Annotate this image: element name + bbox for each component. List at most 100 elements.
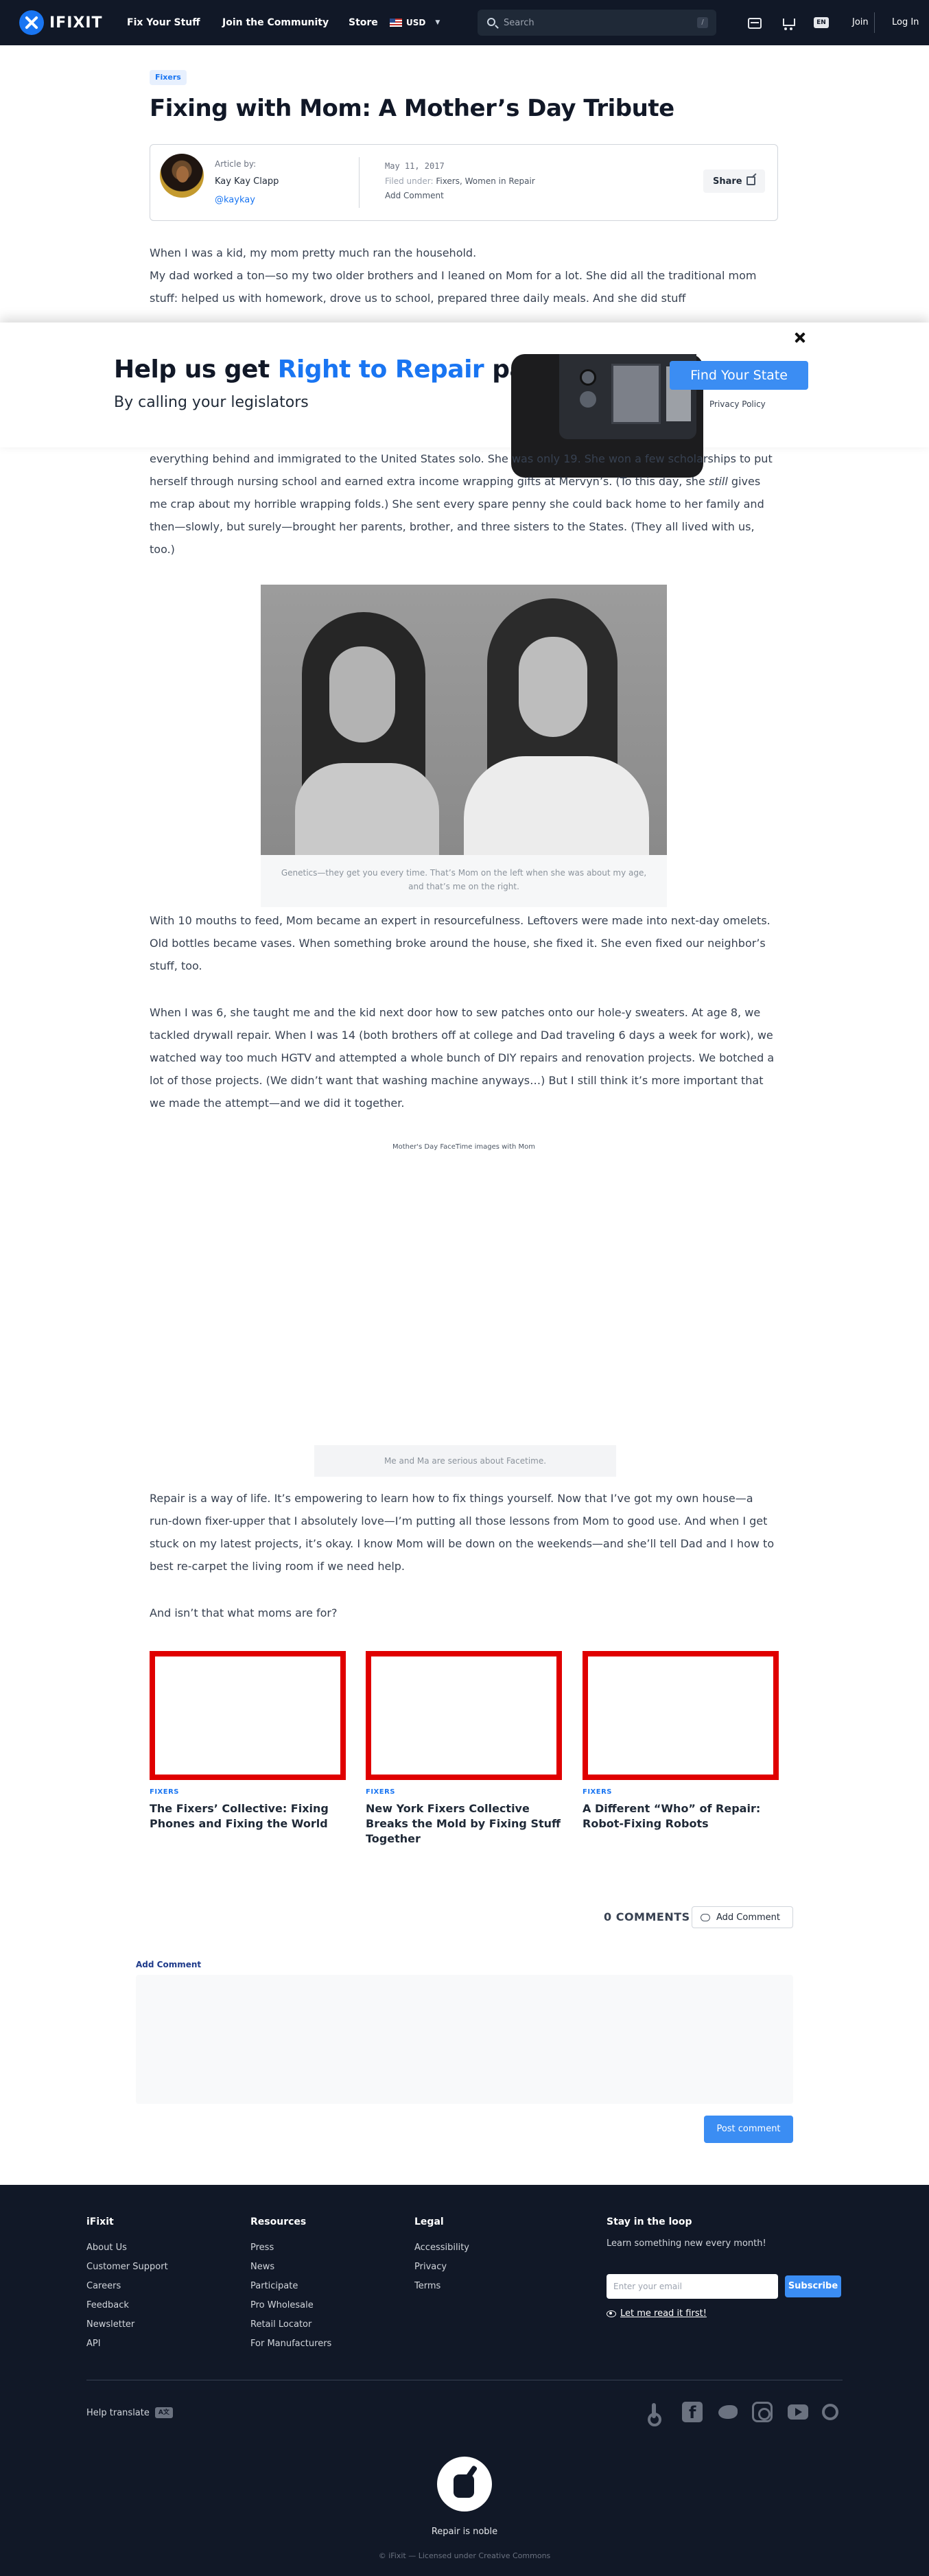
footer-tagline: Repair is noble [431, 2527, 498, 2537]
search-icon [487, 18, 495, 26]
author-handle-link[interactable]: @kaykay [215, 195, 255, 205]
footer-link[interactable]: Careers [86, 2277, 168, 2296]
footer-heading: Stay in the loop [607, 2216, 692, 2227]
find-your-state-button[interactable]: Find Your State [670, 361, 808, 390]
email-field[interactable] [607, 2274, 778, 2299]
footer-link[interactable]: About Us [86, 2238, 168, 2258]
related-article-image [150, 1651, 346, 1780]
parts-box-icon[interactable] [748, 18, 762, 29]
footer-heading: Resources [250, 2216, 307, 2227]
figure-caption: Genetics—they get you every time. That’s… [281, 868, 647, 891]
embed-title: Mother's Day FaceTime images with Mom [392, 1143, 535, 1151]
read-first-link[interactable]: Let me read it first! [607, 2308, 707, 2319]
share-label: Share [713, 176, 742, 187]
footer-link[interactable]: Terms [414, 2277, 469, 2296]
article-paragraph: My dad worked a ton—so my two older brot… [150, 269, 757, 305]
publish-date: May 11, 2017 [385, 161, 445, 171]
article-paragraph: everything behind and immigrated to the … [150, 447, 778, 561]
ifixit-logo-icon [19, 10, 44, 35]
logo-text: IFIXIT [49, 14, 103, 32]
related-article-card[interactable]: FIXERS New York Fixers Collective Breaks… [366, 1651, 562, 1847]
share-button[interactable]: Share [703, 169, 765, 193]
footer-link[interactable]: News [250, 2258, 331, 2277]
comments-count: 0 COMMENTS [604, 1910, 690, 1923]
figure-caption: Me and Ma are serious about Facetime. [314, 1445, 616, 1477]
external-share-icon [746, 176, 755, 185]
login-link[interactable]: Log In [892, 0, 919, 45]
currency-label: USD [406, 18, 426, 27]
emphasis-text: still [708, 475, 728, 488]
footer-column-ifixit: iFixit About Us Customer Support Careers… [86, 2216, 168, 2354]
footer-link[interactable]: Customer Support [86, 2258, 168, 2277]
paragraph-text: everything behind and immigrated to the … [150, 452, 773, 488]
comment-bubble-icon [701, 1913, 710, 1921]
language-icon[interactable]: EN [814, 17, 829, 28]
nav-divider [874, 12, 875, 33]
related-article-card[interactable]: FIXERS The Fixers’ Collective: Fixing Ph… [150, 1651, 346, 1831]
author-avatar[interactable] [160, 154, 204, 198]
add-comment-button-label: Add Comment [716, 1912, 780, 1923]
tiktok-icon[interactable] [646, 2402, 667, 2426]
twitter-icon[interactable] [718, 2402, 738, 2422]
chevron-down-icon: ▼ [435, 19, 440, 26]
add-comment-link[interactable]: Add Comment [385, 191, 444, 200]
facebook-icon[interactable] [682, 2402, 703, 2422]
nav-store[interactable]: Store [349, 0, 378, 45]
read-first-label: Let me read it first! [620, 2308, 707, 2319]
footer-link[interactable]: Accessibility [414, 2238, 469, 2258]
currency-selector[interactable]: USD ▼ [390, 16, 440, 29]
footer-link[interactable]: Feedback [86, 2296, 168, 2315]
help-translate-label: Help translate [86, 2407, 150, 2418]
footer-link[interactable]: For Manufacturers [250, 2334, 331, 2354]
banner-subtitle: By calling your legislators [114, 394, 309, 411]
photo-person-left-body [295, 763, 439, 855]
footer-link[interactable]: API [86, 2334, 168, 2354]
related-article-category: FIXERS [150, 1788, 179, 1796]
footer-link[interactable]: Press [250, 2238, 331, 2258]
footer-column-legal: Legal Accessibility Privacy Terms [414, 2216, 469, 2296]
subscribe-button[interactable]: Subscribe [785, 2275, 841, 2297]
footer-heading: Legal [414, 2216, 444, 2227]
footer-link[interactable]: Privacy [414, 2258, 469, 2277]
card-divider [359, 157, 360, 208]
newsletter-description: Learn something new every month! [607, 2238, 766, 2249]
post-comment-button[interactable]: Post comment [704, 2116, 793, 2143]
copyright-text: © iFixit — Licensed under Creative Commo… [378, 2551, 551, 2560]
add-comment-button[interactable]: Add Comment [692, 1906, 793, 1928]
search-bar[interactable]: / [478, 10, 716, 36]
related-article-card[interactable]: FIXERS A Different “Who” of Repair: Robo… [583, 1651, 779, 1831]
photo-person-right-face [519, 637, 587, 737]
instagram-icon[interactable] [752, 2402, 773, 2422]
page-title: Fixing with Mom: A Mother’s Day Tribute [150, 95, 674, 122]
nav-join-community[interactable]: Join the Community [222, 0, 329, 45]
privacy-policy-link[interactable]: Privacy Policy [709, 399, 766, 409]
article-paragraph: When I was 6, she taught me and the kid … [150, 1006, 775, 1110]
article-paragraph: Repair is a way of life. It’s empowering… [150, 1492, 775, 1573]
footer-newsletter: Stay in the loop Learn something new eve… [607, 2216, 841, 2319]
search-input[interactable] [504, 10, 682, 36]
footer-link[interactable]: Participate [250, 2277, 331, 2296]
related-article-category: FIXERS [366, 1788, 395, 1796]
footer-link[interactable]: Newsletter [86, 2315, 168, 2334]
right-to-repair-banner: Help us get Right to Repair passed By ca… [0, 323, 929, 478]
comment-textarea[interactable] [136, 1975, 793, 2104]
ifixit-logo[interactable]: IFIXIT [19, 10, 103, 35]
category-tag[interactable]: Fixers [150, 70, 187, 85]
social-link-icon[interactable] [822, 2404, 838, 2420]
add-comment-label: Add Comment [136, 1960, 202, 1969]
translate-icon: A文 [154, 2407, 173, 2418]
footer-link[interactable]: Pro Wholesale [250, 2296, 331, 2315]
article-paragraph: With 10 mouths to feed, Mom became an ex… [150, 914, 771, 972]
related-article-title: A Different “Who” of Repair: Robot-Fixin… [583, 1802, 761, 1830]
figure-facetime: Me and Ma are serious about Facetime. [314, 1157, 616, 1477]
close-icon[interactable] [792, 329, 808, 346]
youtube-icon[interactable] [788, 2404, 808, 2420]
help-translate-link[interactable]: Help translate A文 [86, 2407, 173, 2418]
join-link[interactable]: Join [852, 0, 869, 45]
footer-link[interactable]: Retail Locator [250, 2315, 331, 2334]
phone-camera [580, 369, 596, 386]
nav-fix-your-stuff[interactable]: Fix Your Stuff [127, 0, 200, 45]
filed-categories-link[interactable]: Fixers, Women in Repair [436, 176, 534, 186]
footer-heading: iFixit [86, 2216, 114, 2227]
cart-icon[interactable] [781, 15, 796, 30]
